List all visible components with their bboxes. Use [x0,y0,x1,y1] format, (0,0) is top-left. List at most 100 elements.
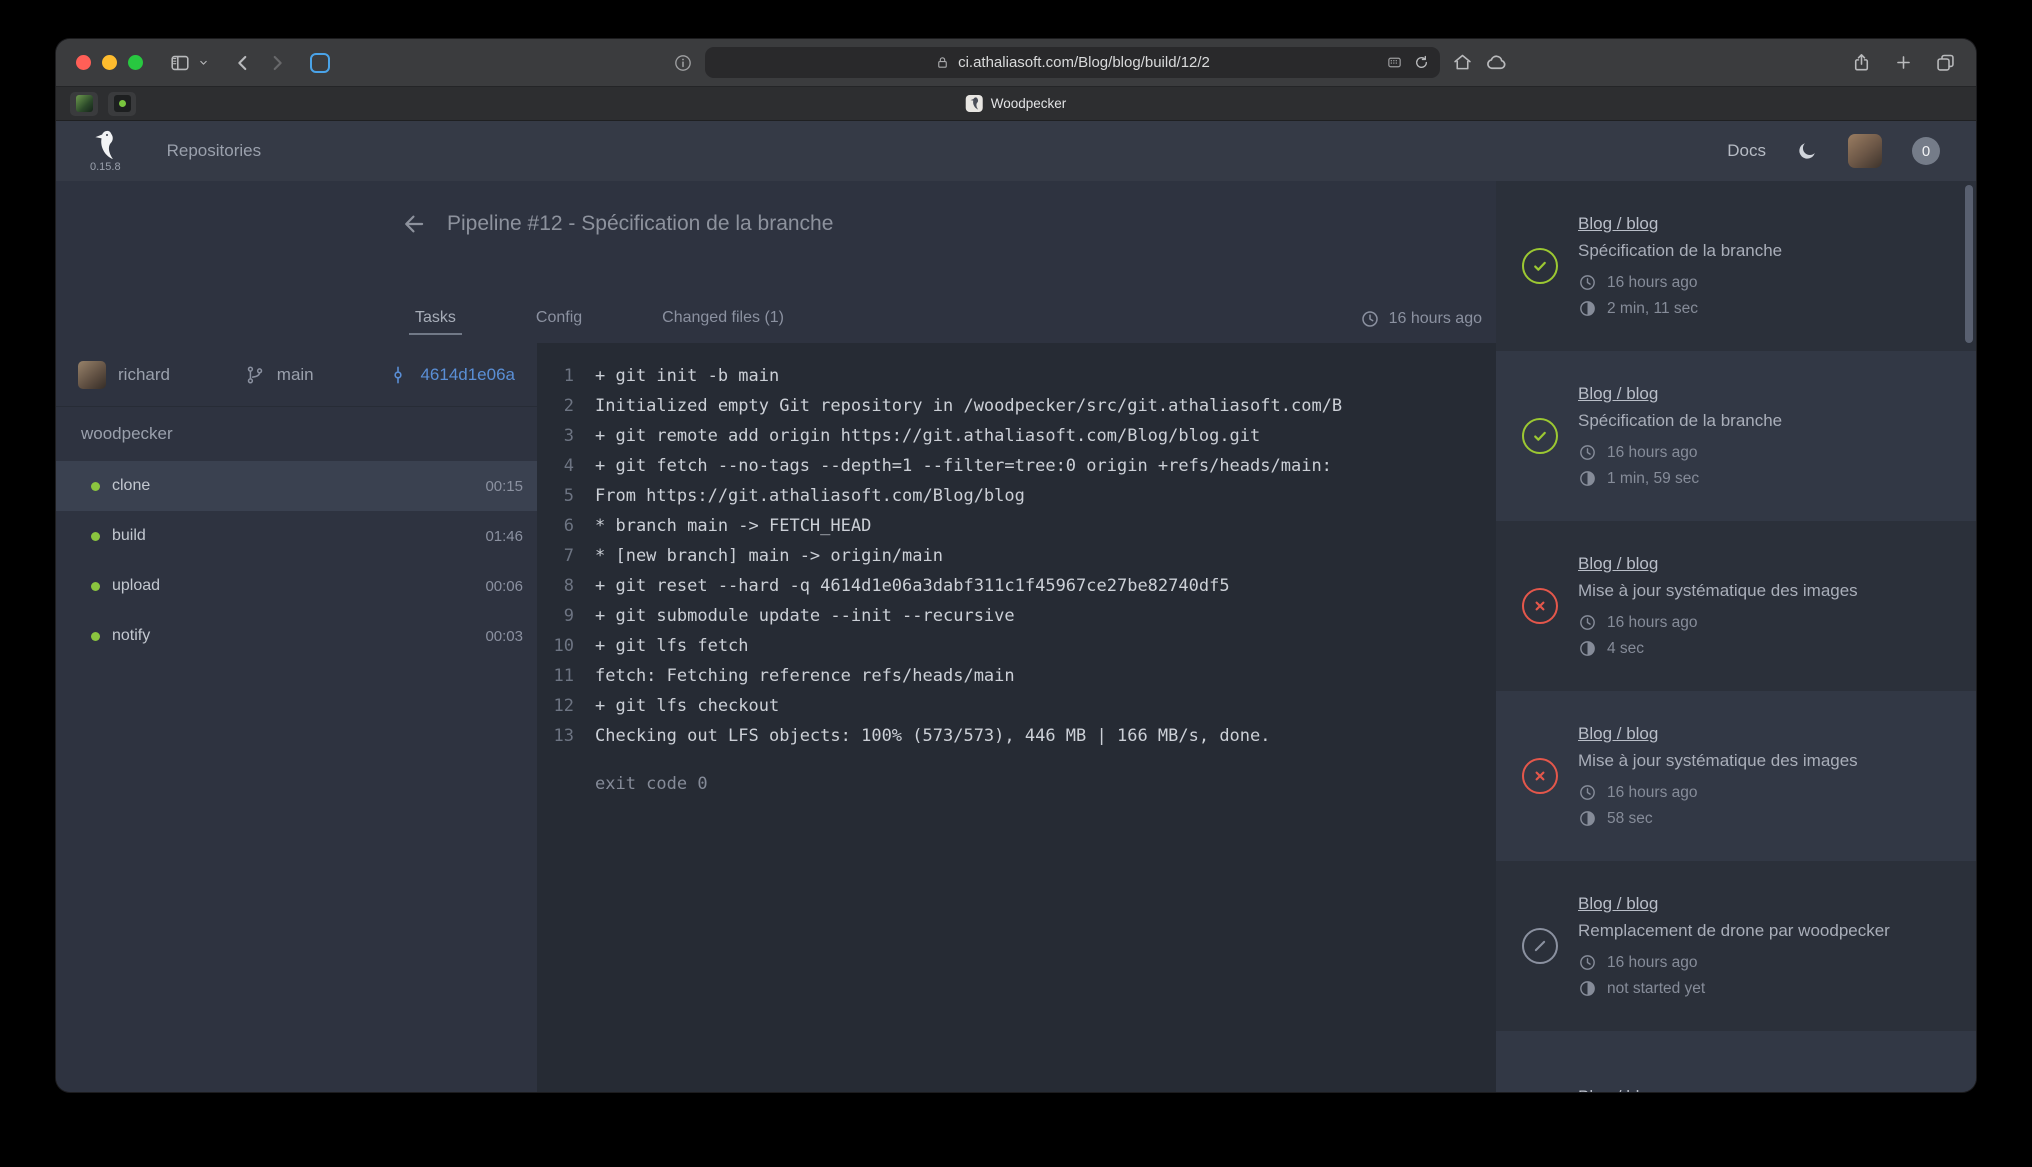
cloud-tabs-icon[interactable] [1485,51,1508,74]
step-row-notify[interactable]: notify 00:03 [56,611,537,661]
step-row-build[interactable]: build 01:46 [56,511,537,561]
step-duration: 01:46 [485,528,523,545]
traffic-lights [76,55,143,70]
step-status-dot [91,482,100,491]
pipeline-tabs: Tasks Config Changed files (1) 16 hours … [415,309,1482,343]
share-icon[interactable] [1851,52,1872,73]
woodpecker-bird-icon [90,130,120,160]
author-name: richard [118,365,170,385]
woodpecker-logo[interactable]: 0.15.8 [90,130,121,173]
exit-code: exit code 0 [537,769,1496,799]
active-tab[interactable]: Woodpecker [966,95,1067,112]
build-entry[interactable]: Blog / blog Remplacement de drone par wo… [1496,861,1976,1031]
repo-link[interactable]: Blog / blog [1578,554,1658,574]
log-line: 4+ git fetch --no-tags --depth=1 --filte… [537,451,1496,481]
build-entry[interactable]: Blog / blog Spécification de la branche … [1496,351,1976,521]
tab-overview-icon[interactable] [1935,52,1956,73]
pinned-tab-2[interactable] [108,92,136,116]
status-not-started-icon [1522,928,1558,964]
build-entry[interactable]: Blog / blog Spécification de la branche … [1496,181,1976,351]
step-status-dot [91,532,100,541]
build-entry[interactable]: Blog / blog Mise à jour systématique des… [1496,521,1976,691]
woodpecker-app: 0.15.8 Repositories Docs 0 Pipeline #12 … [56,121,1976,1092]
author-group: richard [78,361,170,389]
status-success-icon [1522,248,1558,284]
close-window-button[interactable] [76,55,91,70]
tab-title: Woodpecker [991,96,1067,111]
page-info-icon[interactable] [673,53,693,73]
log-line: 1+ git init -b main [537,361,1496,391]
commit-hash-link[interactable]: 4614d1e06a [420,365,515,385]
step-name: build [112,527,146,545]
tab-tasks[interactable]: Tasks [415,309,456,343]
step-row-clone[interactable]: clone 00:15 [56,461,537,511]
branch-group: main [245,365,314,385]
build-entry[interactable]: Blog / blog Mise à jour systématique des… [1496,691,1976,861]
minimize-window-button[interactable] [102,55,117,70]
browser-toolbar: ci.athaliasoft.com/Blog/blog/build/12/2 [56,39,1976,87]
build-message: Remplacement de drone par woodpecker [1578,921,1890,941]
build-time: 16 hours ago [1578,273,1782,292]
feed-scrollbar-thumb[interactable] [1965,185,1973,343]
clock-icon [1578,953,1597,972]
address-bar[interactable]: ci.athaliasoft.com/Blog/blog/build/12/2 [705,47,1440,78]
log-line: 9+ git submodule update --init --recursi… [537,601,1496,631]
tab-changed-files[interactable]: Changed files (1) [662,309,784,343]
theme-toggle-moon-icon[interactable] [1796,140,1818,162]
build-message: Spécification de la branche [1578,411,1782,431]
clock-icon [1578,273,1597,292]
build-entry[interactable]: Blog / blog Remplacement de drone par wo… [1496,1031,1976,1092]
zoom-window-button[interactable] [128,55,143,70]
pinned-tab-1-favicon [76,95,93,112]
notification-badge[interactable]: 0 [1912,137,1940,165]
repo-link[interactable]: Blog / blog [1578,384,1658,404]
status-failure-icon [1522,588,1558,624]
sidebar-toggle-icon[interactable] [169,52,191,74]
forward-button[interactable] [266,52,288,74]
step-status-dot [91,632,100,641]
tab-config[interactable]: Config [536,309,582,343]
build-duration: 2 min, 11 sec [1578,299,1782,318]
build-duration: 1 min, 59 sec [1578,469,1782,488]
translate-icon[interactable] [1386,54,1403,71]
clock-icon [1578,783,1597,802]
pipeline-main: Pipeline #12 - Spécification de la branc… [56,181,1496,1092]
lock-icon [935,55,950,70]
build-message: Mise à jour systématique des images [1578,751,1858,771]
extension-icon[interactable] [310,53,330,73]
duration-icon [1578,639,1597,658]
sidebar-chevron-down-icon[interactable] [197,56,210,69]
log-line: 6* branch main -> FETCH_HEAD [537,511,1496,541]
step-name: notify [112,627,150,645]
status-success-icon [1522,418,1558,454]
pinned-tab-1[interactable] [70,92,98,116]
repo-link[interactable]: Blog / blog [1578,894,1658,914]
nav-docs-link[interactable]: Docs [1727,141,1766,161]
toolbar-right [1851,52,1956,73]
user-avatar[interactable] [1848,134,1882,168]
log-line: 13Checking out LFS objects: 100% (573/57… [537,721,1496,751]
new-tab-icon[interactable] [1894,53,1913,72]
nav-repositories-link[interactable]: Repositories [167,141,262,161]
url-text: ci.athaliasoft.com/Blog/blog/build/12/2 [958,54,1210,71]
log-viewer[interactable]: 1+ git init -b main 2Initialized empty G… [537,343,1496,1092]
back-button[interactable] [232,52,254,74]
duration-icon [1578,469,1597,488]
app-navbar: 0.15.8 Repositories Docs 0 [56,121,1976,181]
log-line: 10+ git lfs fetch [537,631,1496,661]
build-time: 16 hours ago [1578,783,1858,802]
repo-link[interactable]: Blog / blog [1578,214,1658,234]
step-status-dot [91,582,100,591]
step-row-upload[interactable]: upload 00:06 [56,561,537,611]
build-duration: 58 sec [1578,809,1858,828]
reload-icon[interactable] [1413,54,1430,71]
back-arrow-icon[interactable] [401,211,427,237]
repo-link[interactable]: Blog / blog [1578,724,1658,744]
repo-link[interactable]: Blog / blog [1578,1087,1658,1093]
app-version: 0.15.8 [90,161,121,173]
step-name: upload [112,577,160,595]
browser-window: ci.athaliasoft.com/Blog/blog/build/12/2 [56,39,1976,1092]
pipeline-created-time: 16 hours ago [1360,309,1482,343]
build-message: Mise à jour systématique des images [1578,581,1858,601]
home-icon[interactable] [1452,52,1473,73]
